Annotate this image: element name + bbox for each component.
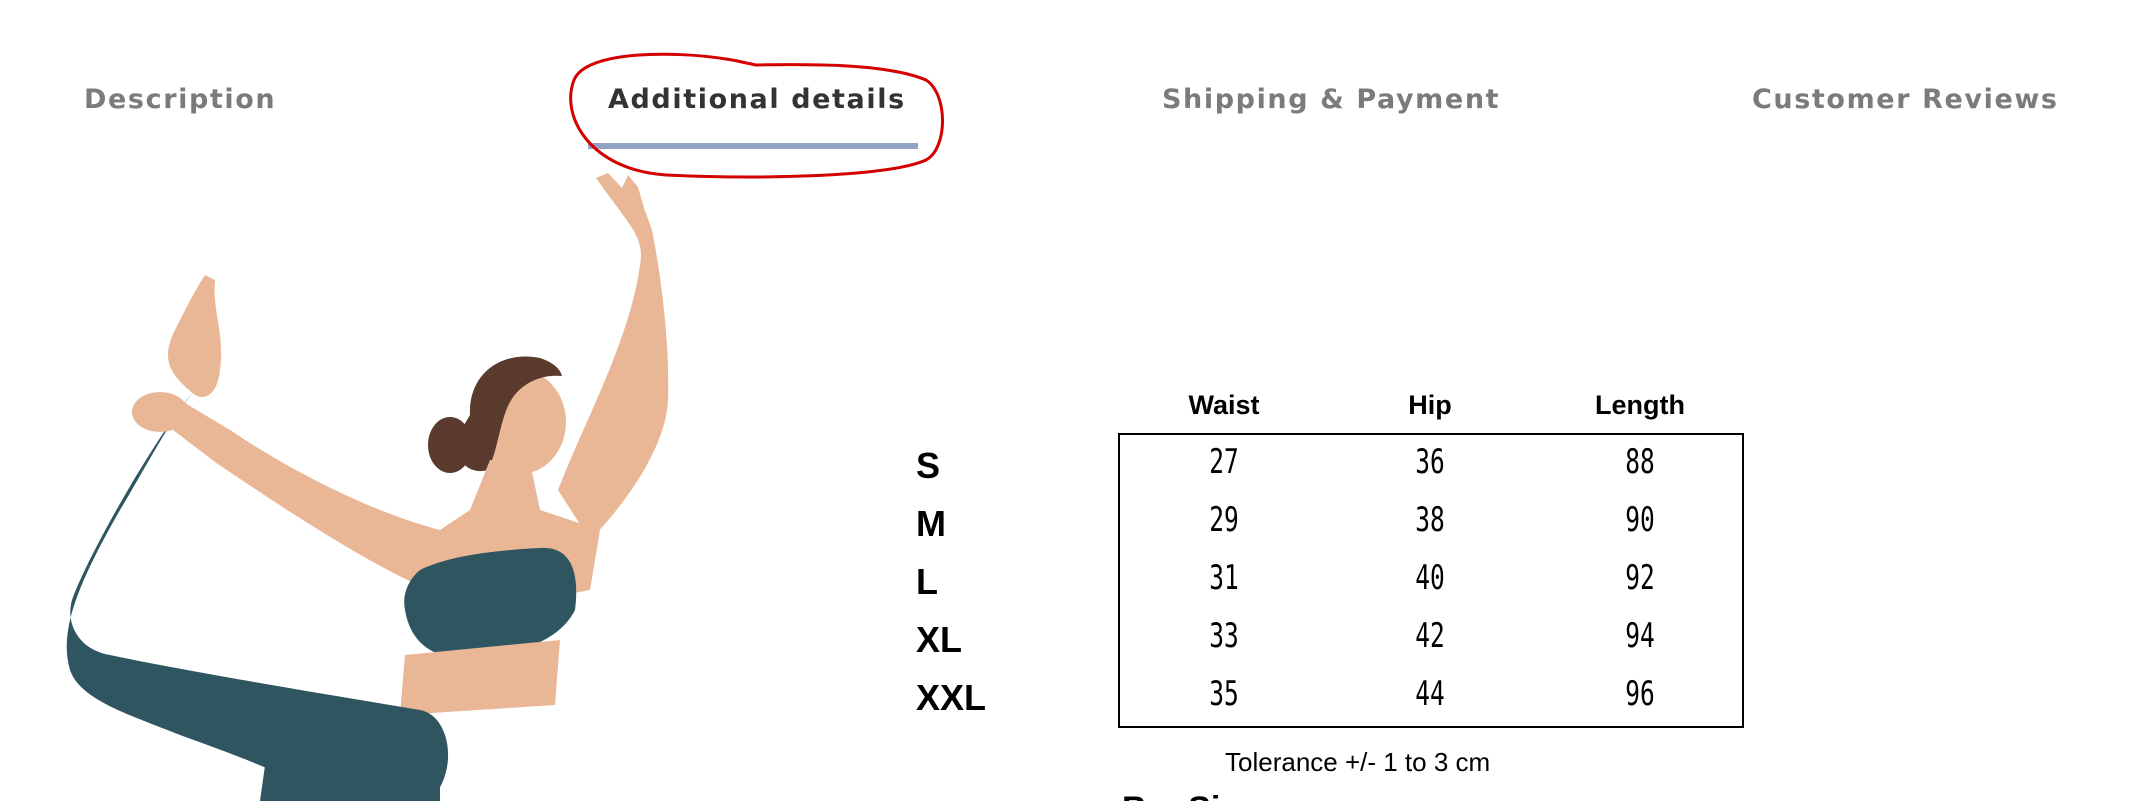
header-hip: Hip [1408, 390, 1452, 420]
size-chart: Waist Hip Length S 27 36 88 M 29 38 90 L… [900, 390, 1800, 801]
active-tab-underline [588, 143, 918, 149]
cell-l-hip: 40 [1415, 558, 1445, 598]
cell-xxl-hip: 44 [1415, 674, 1445, 714]
cell-l-waist: 31 [1209, 558, 1239, 598]
cell-s-length: 88 [1625, 442, 1655, 482]
cell-s-hip: 36 [1415, 442, 1445, 482]
size-label-xl: XL [916, 619, 963, 660]
cell-xxl-length: 96 [1625, 674, 1655, 714]
cell-s-waist: 27 [1209, 442, 1239, 482]
cell-l-length: 92 [1625, 558, 1655, 598]
product-tabs: Description Additional details Shipping … [0, 0, 2140, 179]
size-label-xxl: XXL [916, 677, 987, 718]
cell-xl-waist: 33 [1209, 616, 1239, 656]
cell-m-hip: 38 [1415, 500, 1445, 540]
cell-xl-hip: 42 [1415, 616, 1445, 656]
tab-shipping-payment[interactable]: Shipping & Payment [1162, 84, 1500, 124]
bra-size-heading: Bra Size [1122, 790, 1256, 801]
product-details-page: Description Additional details Shipping … [0, 0, 2140, 801]
model-image [66, 173, 669, 801]
header-length: Length [1595, 390, 1685, 420]
size-label-s: S [916, 445, 941, 486]
tab-description[interactable]: Description [84, 84, 276, 124]
header-waist: Waist [1188, 390, 1260, 420]
tab-customer-reviews[interactable]: Customer Reviews [1752, 84, 2059, 124]
cell-m-waist: 29 [1209, 500, 1239, 540]
cell-m-length: 90 [1625, 500, 1655, 540]
size-label-l: L [916, 561, 938, 602]
cell-xl-length: 94 [1625, 616, 1655, 656]
tolerance-note: Tolerance +/- 1 to 3 cm [1225, 747, 1491, 777]
cell-xxl-waist: 35 [1209, 674, 1239, 714]
tab-additional-details[interactable]: Additional details [608, 84, 906, 124]
size-label-m: M [916, 503, 946, 544]
